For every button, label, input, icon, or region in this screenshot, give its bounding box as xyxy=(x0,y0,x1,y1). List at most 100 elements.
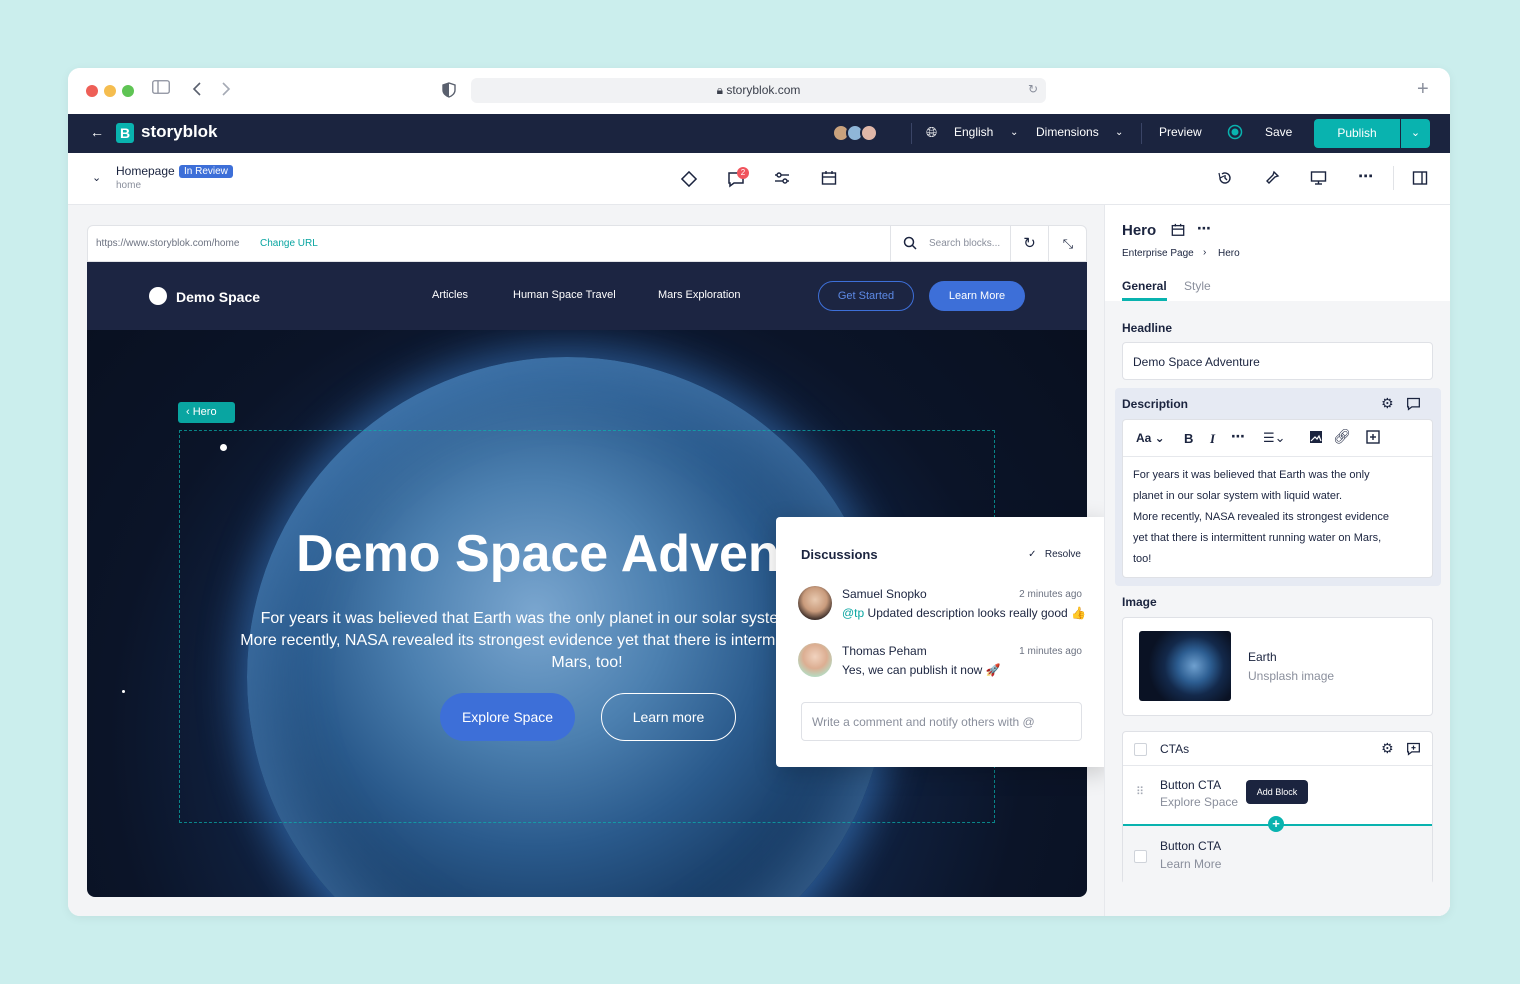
description-text: For years it was believed that Earth was… xyxy=(1133,465,1389,570)
learn-more-button[interactable]: Learn more xyxy=(601,693,736,741)
cta-type: Button CTA xyxy=(1160,778,1222,792)
search-input[interactable]: Search blocks... xyxy=(929,238,1000,249)
image-icon[interactable] xyxy=(1309,430,1323,449)
headline-field[interactable]: Demo Space Adventure xyxy=(1122,342,1433,380)
italic-icon[interactable]: I xyxy=(1210,431,1215,447)
sidebar-toggle-icon[interactable] xyxy=(152,80,170,99)
gear-icon[interactable]: ⚙︎ xyxy=(1381,740,1394,757)
desktop-view-icon[interactable] xyxy=(1310,170,1327,190)
divider xyxy=(911,123,912,144)
hero-tag-label: Hero xyxy=(192,406,217,418)
comment-author: Samuel Snopko xyxy=(842,587,927,601)
comment-input[interactable]: Write a comment and notify others with @ xyxy=(801,702,1082,741)
ctas-checkbox[interactable] xyxy=(1134,743,1147,756)
nav-link-human-space-travel[interactable]: Human Space Travel xyxy=(513,289,616,301)
comment-text: @tp Updated description looks really goo… xyxy=(842,606,1086,620)
mention[interactable]: @tp xyxy=(842,606,864,620)
calendar-icon[interactable] xyxy=(821,170,837,190)
comment-text: Yes, we can publish it now 🚀 xyxy=(842,663,1001,677)
drag-handle-icon[interactable]: ⠿ xyxy=(1136,785,1144,798)
breadcrumb-parent[interactable]: Enterprise Page xyxy=(1122,248,1194,259)
font-style-dropdown[interactable]: Aa ⌄ xyxy=(1136,431,1165,445)
back-arrow-icon[interactable]: ← xyxy=(90,124,104,140)
description-line: yet that there is intermittent running w… xyxy=(1133,532,1382,544)
site-navigation: Demo Space Articles Human Space Travel M… xyxy=(87,262,1087,330)
preview-button[interactable]: Preview xyxy=(1159,125,1202,139)
breadcrumb-current: Hero xyxy=(1218,248,1240,259)
address-bar[interactable]: 🔒︎ storyblok.com ↻ xyxy=(471,78,1046,103)
cta-type: Button CTA xyxy=(1160,839,1222,853)
publish-button[interactable]: Publish xyxy=(1314,119,1400,148)
image-field[interactable]: Earth Unsplash image xyxy=(1122,617,1433,716)
chevron-down-icon[interactable]: ⌄ xyxy=(1115,127,1123,138)
blocks-icon[interactable] xyxy=(680,170,698,192)
image-label: Image xyxy=(1122,595,1157,609)
more-format-icon[interactable]: ⋯ xyxy=(1231,428,1245,445)
reload-icon[interactable]: ↻ xyxy=(1028,82,1038,96)
hero-block-tag[interactable]: ‹ Hero xyxy=(178,402,235,423)
save-button[interactable]: Save xyxy=(1265,125,1292,139)
site-brand[interactable]: Demo Space xyxy=(176,289,260,305)
panel-toggle-icon[interactable] xyxy=(1412,170,1428,190)
more-options-icon[interactable]: ⋯ xyxy=(1358,167,1373,185)
add-block-tooltip: Add Block xyxy=(1246,780,1308,804)
publish-dropdown-button[interactable]: ⌄ xyxy=(1401,119,1430,148)
description-rich-text-editor[interactable]: Aa ⌄ B I ⋯ ☰⌄ 🔗︎ For years it was believ… xyxy=(1122,419,1433,578)
list-icon[interactable]: ☰⌄ xyxy=(1263,430,1286,446)
ctas-field: CTAs ⚙︎ ⠿ Button CTA Explore Space Butto… xyxy=(1122,731,1433,884)
dimensions-selector[interactable]: Dimensions xyxy=(1036,125,1099,139)
cta-checkbox[interactable] xyxy=(1134,850,1147,863)
close-window-button[interactable] xyxy=(86,85,98,97)
resolve-button[interactable]: ✓ Resolve xyxy=(1028,549,1081,560)
new-tab-icon[interactable]: + xyxy=(1417,78,1429,101)
globe-icon[interactable]: 🌐︎ xyxy=(926,124,937,141)
page-title: Homepage xyxy=(116,164,175,178)
headline-label: Headline xyxy=(1122,321,1173,335)
forward-icon[interactable] xyxy=(221,81,231,102)
divider xyxy=(1141,123,1142,144)
collapse-icon[interactable]: ⤡ xyxy=(1048,226,1087,262)
refresh-icon[interactable]: ↻ xyxy=(1010,226,1048,262)
nav-link-articles[interactable]: Articles xyxy=(432,289,468,301)
maximize-window-button[interactable] xyxy=(122,85,134,97)
back-icon[interactable] xyxy=(192,81,202,102)
calendar-icon[interactable] xyxy=(1171,223,1185,242)
settings-sliders-icon[interactable] xyxy=(774,170,790,190)
block-editor-panel: Hero ⋯ Enterprise Page › Hero General St… xyxy=(1104,205,1450,916)
collaborator-avatar[interactable] xyxy=(860,124,878,142)
preview-address-bar: https://www.storyblok.com/home Change UR… xyxy=(87,225,1087,262)
address-url: 🔒︎ storyblok.com xyxy=(716,83,801,97)
search-blocks-field[interactable]: Search blocks... xyxy=(890,226,1010,262)
avatar xyxy=(798,586,832,620)
description-label: Description xyxy=(1122,397,1189,411)
explore-space-button[interactable]: Explore Space xyxy=(440,693,575,741)
breadcrumb-chevron-icon: › xyxy=(1203,247,1207,258)
divider xyxy=(1393,166,1394,190)
page-slug: home xyxy=(116,180,142,191)
bold-icon[interactable]: B xyxy=(1184,431,1193,446)
change-url-link[interactable]: Change URL xyxy=(260,238,318,249)
tab-style[interactable]: Style xyxy=(1184,279,1211,293)
wrench-icon[interactable] xyxy=(1264,170,1280,190)
language-selector[interactable]: English xyxy=(954,125,993,139)
learn-more-nav-button[interactable]: Learn More xyxy=(929,281,1025,311)
visual-preview: https://www.storyblok.com/home Change UR… xyxy=(68,205,1108,916)
add-block-button[interactable]: + xyxy=(1268,816,1284,832)
cta-item[interactable]: Button CTA Learn More xyxy=(1123,826,1432,884)
chevron-down-icon[interactable]: ⌄ xyxy=(92,171,101,184)
more-options-icon[interactable]: ⋯ xyxy=(1197,220,1211,237)
add-comment-icon[interactable] xyxy=(1406,396,1421,416)
chevron-down-icon[interactable]: ⌄ xyxy=(1010,127,1018,138)
history-icon[interactable] xyxy=(1217,170,1233,190)
gear-icon[interactable]: ⚙︎ xyxy=(1381,395,1394,412)
tab-general[interactable]: General xyxy=(1122,279,1167,293)
image-thumbnail xyxy=(1139,631,1231,701)
nav-link-mars-exploration[interactable]: Mars Exploration xyxy=(658,289,741,301)
get-started-button[interactable]: Get Started xyxy=(818,281,914,311)
add-comment-icon[interactable] xyxy=(1406,741,1421,761)
insert-block-icon[interactable] xyxy=(1366,430,1380,449)
shield-icon[interactable] xyxy=(442,82,456,103)
link-icon[interactable]: 🔗︎ xyxy=(1333,428,1351,445)
minimize-window-button[interactable] xyxy=(104,85,116,97)
discussions-title: Discussions xyxy=(801,547,878,562)
